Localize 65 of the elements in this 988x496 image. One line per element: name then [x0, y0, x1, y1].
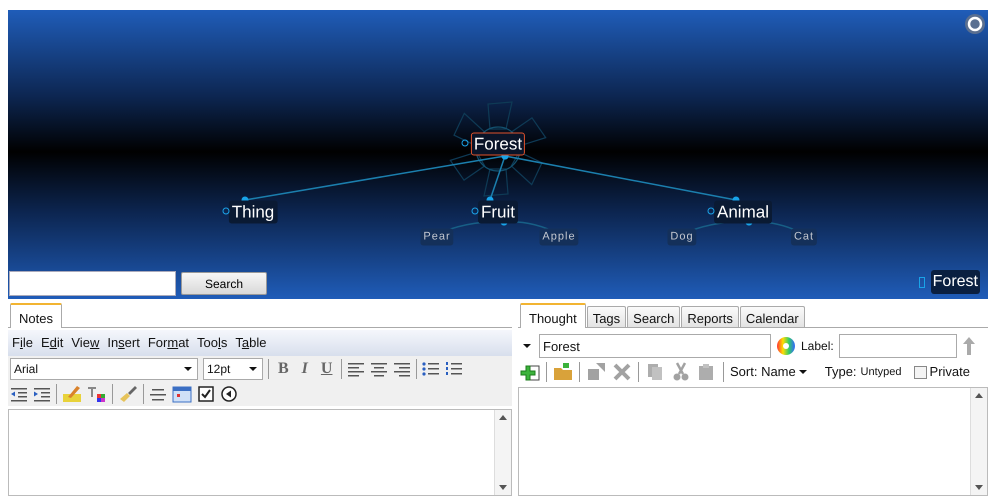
thought-node[interactable]: Fruit: [478, 200, 518, 224]
label-field[interactable]: [838, 334, 957, 358]
menu-item[interactable]: File: [12, 333, 33, 352]
indent-icon[interactable]: [33, 386, 51, 402]
menu-item[interactable]: View: [71, 333, 100, 352]
thought-node[interactable]: Apple: [539, 228, 579, 246]
underline-button[interactable]: U: [316, 360, 336, 378]
outdent-icon[interactable]: [10, 386, 28, 402]
node-handle-icon[interactable]: [708, 208, 714, 214]
size-dropdown[interactable]: 12pt: [203, 358, 263, 380]
scrollbar[interactable]: [970, 388, 987, 495]
italic-button[interactable]: I: [298, 360, 312, 378]
caret-icon: [798, 370, 807, 374]
thought-node[interactable]: Dog: [667, 228, 697, 246]
up-arrow-icon[interactable]: [975, 392, 983, 398]
color-wheel-icon[interactable]: [776, 336, 796, 356]
align-left-icon[interactable]: [347, 360, 366, 376]
node-handle-icon[interactable]: [472, 208, 478, 214]
align-right-icon[interactable]: [393, 360, 412, 376]
checkbox-icon[interactable]: [197, 384, 215, 402]
down-arrow-icon[interactable]: [975, 485, 983, 491]
search-field[interactable]: [9, 271, 176, 296]
tab[interactable]: Search: [627, 306, 680, 327]
tab[interactable]: Calendar: [740, 306, 805, 327]
thought-node[interactable]: Forest: [470, 132, 526, 156]
font-dropdown[interactable]: Arial: [10, 358, 198, 380]
spellcheck-icon[interactable]: [62, 384, 82, 402]
text-color-icon[interactable]: [87, 384, 107, 402]
type-value: Untyped: [860, 364, 902, 380]
breadcrumb-item[interactable]: Forest: [930, 270, 980, 294]
tab[interactable]: Thought: [520, 303, 586, 328]
thought-node[interactable]: Animal: [714, 200, 772, 224]
folder-icon[interactable]: [553, 362, 573, 382]
sort-dropdown[interactable]: Sort: Name: [730, 362, 807, 382]
thought-name-field[interactable]: Forest: [539, 334, 771, 358]
thought-node[interactable]: Thing: [228, 200, 278, 224]
settings-icon[interactable]: [964, 13, 986, 35]
caret-icon[interactable]: [523, 344, 531, 348]
up-arrow-icon[interactable]: [499, 414, 507, 420]
label-caption: Label:: [801, 338, 834, 355]
brush-icon[interactable]: [118, 384, 138, 402]
bullet-list-icon[interactable]: [422, 360, 440, 376]
type-caption: Type:: [824, 363, 857, 382]
bold-button[interactable]: B: [274, 360, 293, 378]
caret-icon: [184, 366, 192, 370]
numbered-list-icon[interactable]: [445, 360, 464, 376]
node-handle-icon[interactable]: [222, 208, 229, 214]
menu-item[interactable]: Edit: [40, 333, 64, 352]
node-handle-icon[interactable]: [462, 140, 468, 146]
tab[interactable]: Notes: [10, 303, 62, 328]
search-button[interactable]: Search: [181, 272, 267, 295]
calendar-icon[interactable]: [172, 384, 192, 402]
private-checkbox[interactable]: Private: [914, 362, 970, 382]
menu-item[interactable]: Format: [148, 333, 190, 352]
menu-item[interactable]: Table: [235, 333, 266, 352]
thought-node[interactable]: Pear: [420, 228, 454, 246]
tab[interactable]: Reports: [681, 306, 739, 327]
caret-icon: [249, 366, 257, 370]
tab[interactable]: Tags: [586, 306, 626, 327]
menu-item[interactable]: Tools: [197, 333, 228, 352]
align-center-icon[interactable]: [370, 360, 388, 376]
menu-item[interactable]: Insert: [107, 333, 140, 352]
thought-node[interactable]: Cat: [790, 228, 818, 246]
scrollbar[interactable]: [494, 410, 511, 495]
down-arrow-icon[interactable]: [499, 485, 507, 491]
